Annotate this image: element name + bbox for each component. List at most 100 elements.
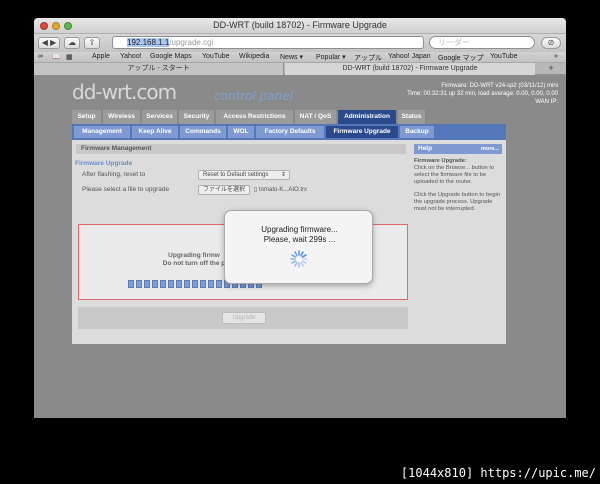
icloud-button[interactable]: ☁ xyxy=(64,37,80,49)
help-heading: Firmware Upgrade: xyxy=(414,158,467,164)
browser-window: DD-WRT (build 18702) - Firmware Upgrade … xyxy=(34,18,566,418)
dialog-line2: Please, wait 299s ... xyxy=(263,235,336,244)
help-paragraph: Click the Upgrade button to begin the up… xyxy=(414,192,501,212)
choose-file-button[interactable]: ファイルを選択 xyxy=(198,185,250,195)
progress-segment xyxy=(192,280,198,288)
tab-administration[interactable]: Administration xyxy=(338,110,397,124)
help-panel: Help more... Firmware Upgrade: Click on … xyxy=(414,144,502,244)
tab-wireless[interactable]: Wireless xyxy=(103,110,141,124)
help-header: Help more... xyxy=(414,144,502,154)
tab-security[interactable]: Security xyxy=(179,110,215,124)
help-more-link[interactable]: more... xyxy=(481,144,499,154)
selected-file: ▯ tomato-K...AIO.trx xyxy=(254,186,307,193)
spinner-spoke xyxy=(291,254,297,258)
browser-toolbar: ◀ ▶ ☁ ⇧ 192.168.1.1/upgrade.cgi リーダー ⊘ xyxy=(34,34,566,52)
action-bar: Upgrade xyxy=(78,307,408,329)
wan-ip: WAN IP: xyxy=(535,99,558,105)
reading-list-icon[interactable]: ∞ xyxy=(38,53,43,60)
ddwrt-logo: dd-wrt.com xyxy=(72,80,177,104)
spinner-spoke xyxy=(294,251,298,257)
forward-icon[interactable]: ▶ xyxy=(50,38,56,47)
reader-field[interactable]: リーダー xyxy=(429,36,535,49)
reset-select[interactable]: Reset to Default settings ⇕ xyxy=(198,170,290,180)
progress-segment xyxy=(184,280,190,288)
tab-nat-qos[interactable]: NAT / QoS xyxy=(295,110,337,124)
browser-tab-active[interactable]: DD-WRT (build 18702) - Firmware Upgrade xyxy=(285,63,535,75)
progress-segment xyxy=(176,280,182,288)
share-icon: ⇧ xyxy=(88,38,96,47)
address-bar[interactable]: 192.168.1.1/upgrade.cgi xyxy=(112,36,424,49)
tab-bar: アップル - スタート DD-WRT (build 18702) - Firmw… xyxy=(34,63,566,75)
top-sites-icon[interactable]: ▦ xyxy=(66,53,73,61)
tab-setup[interactable]: Setup xyxy=(72,110,102,124)
router-info: Firmware: DD-WRT v24-sp2 (03/11/12) mini… xyxy=(407,82,558,106)
spinner-spoke xyxy=(301,254,307,258)
firmware-upgrade-legend: Firmware Upgrade xyxy=(75,160,133,167)
tab-access-restrictions[interactable]: Access Restrictions xyxy=(216,110,294,124)
back-forward-buttons[interactable]: ◀ ▶ xyxy=(38,37,60,49)
progress-segment xyxy=(152,280,158,288)
bookmark-item[interactable]: Apple xyxy=(92,53,110,60)
progress-segment xyxy=(208,280,214,288)
bookmark-item[interactable]: Wikipedia xyxy=(239,53,269,60)
address-host: 192.168.1.1 xyxy=(127,38,170,47)
subtab-management[interactable]: Management xyxy=(74,126,130,138)
spinner-spoke xyxy=(300,261,304,267)
address-path: /upgrade.cgi xyxy=(169,38,214,47)
bookmarks-book-icon[interactable]: 📖 xyxy=(52,53,61,61)
back-icon[interactable]: ◀ xyxy=(42,38,48,47)
window-title: DD-WRT (build 18702) - Firmware Upgrade xyxy=(213,20,387,30)
progress-segment xyxy=(200,280,206,288)
reload-button[interactable]: ⊘ xyxy=(541,37,561,49)
subtab-firmware-upgrade[interactable]: Firmware Upgrade xyxy=(326,126,398,138)
uptime: Time: 00:32:31 up 32 min, load average: … xyxy=(407,91,558,97)
upgrade-button[interactable]: Upgrade xyxy=(222,312,266,324)
select-arrows-icon: ⇕ xyxy=(280,172,286,178)
new-tab-button[interactable]: + xyxy=(536,63,566,75)
bookmark-item[interactable]: Google マップ xyxy=(438,53,484,63)
firmware-version: Firmware: DD-WRT v24-sp2 (03/11/12) mini xyxy=(441,83,558,89)
control-panel-title: control panel xyxy=(214,89,293,103)
title-bar: DD-WRT (build 18702) - Firmware Upgrade xyxy=(34,18,566,34)
help-title: Help xyxy=(418,145,433,152)
progress-segment xyxy=(216,280,222,288)
browser-tab[interactable]: アップル - スタート xyxy=(34,63,284,75)
subtab-wol[interactable]: WOL xyxy=(228,126,254,138)
help-body: Firmware Upgrade: Click on the Browse...… xyxy=(414,158,502,213)
help-paragraph: Click on the Browse... button to select … xyxy=(414,165,495,185)
tab-services[interactable]: Services xyxy=(142,110,178,124)
subtab-keep-alive[interactable]: Keep Alive xyxy=(132,126,178,138)
bookmark-item[interactable]: News ▾ xyxy=(280,53,303,61)
progress-segment xyxy=(144,280,150,288)
tab-status[interactable]: Status xyxy=(398,110,426,124)
reset-label: After flashing, reset to xyxy=(82,171,146,178)
spinner-spoke xyxy=(300,251,304,257)
progress-segment xyxy=(136,280,142,288)
progress-segment xyxy=(128,280,134,288)
loading-spinner-icon xyxy=(290,250,308,268)
file-icon: ▯ xyxy=(254,187,258,193)
share-button[interactable]: ⇧ xyxy=(84,37,100,49)
cloud-icon: ☁ xyxy=(68,38,76,47)
stop-reload-icon: ⊘ xyxy=(547,38,555,47)
bookmark-item[interactable]: Yahoo! Japan xyxy=(388,53,431,60)
spinner-spoke xyxy=(291,260,297,264)
bookmark-item[interactable]: アップル xyxy=(354,53,382,63)
upgrade-dialog: Upgrading firmware... Please, wait 299s … xyxy=(224,210,373,284)
sub-nav: Management Keep Alive Commands WOL Facto… xyxy=(72,124,506,140)
subtab-commands[interactable]: Commands xyxy=(180,126,226,138)
section-title: Firmware Management xyxy=(76,144,406,154)
bookmarks-bar: ∞ 📖 ▦ Apple Yahoo! Google Maps YouTube W… xyxy=(34,52,566,63)
bookmark-item[interactable]: Yahoo! xyxy=(120,53,142,60)
bookmark-item[interactable]: Popular ▾ xyxy=(316,53,346,61)
bookmark-item[interactable]: YouTube xyxy=(202,53,230,60)
dialog-message: Upgrading firmware... Please, wait 299s … xyxy=(225,225,374,245)
bookmark-item[interactable]: Google Maps xyxy=(150,53,192,60)
spinner-spoke xyxy=(294,261,298,267)
dialog-line1: Upgrading firmware... xyxy=(261,225,338,234)
reset-select-value: Reset to Default settings xyxy=(203,172,269,178)
subtab-backup[interactable]: Backup xyxy=(400,126,434,138)
more-bookmarks-icon[interactable]: » xyxy=(554,53,558,60)
subtab-factory-defaults[interactable]: Factory Defaults xyxy=(256,126,324,138)
bookmark-item[interactable]: YouTube xyxy=(490,53,518,60)
